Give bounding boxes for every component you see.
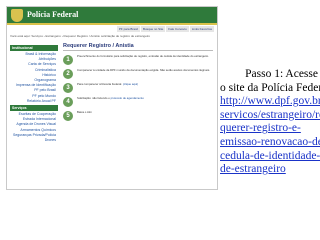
main-content: Requerer Registro / Anistia 1 Preenchime… — [63, 43, 213, 121]
url-link[interactable]: http://www.dpf.gov.br/ — [220, 95, 320, 109]
step-number: 3 — [63, 83, 73, 93]
step-text: Baixa o Atm — [77, 110, 92, 115]
step-item: 3 Para comparecer à Receita Federal. (cl… — [63, 82, 213, 93]
step-item: 1 Preenchimento do formulário para solic… — [63, 54, 213, 65]
step-text: Solicitação: não fazendo o protocolo de … — [77, 96, 144, 101]
top-nav: PF para Brasil Busque no Site Fale Conos… — [116, 26, 214, 32]
sidebar-section-header: Institucional — [10, 45, 58, 51]
step-description: Solicitação: não fazendo o — [77, 96, 110, 100]
step-link[interactable]: protocolo de agendamento — [111, 96, 144, 100]
url-link[interactable]: de-estrangeiro — [220, 163, 320, 177]
step-description: Preenchimento do formulário para solicit… — [77, 54, 209, 58]
sidebar-item[interactable]: Relatório Anual PF — [10, 99, 58, 104]
step-text: Preenchimento do formulário para solicit… — [77, 54, 209, 59]
step-number: 5 — [63, 111, 73, 121]
sidebar-section-header: Serviços — [10, 105, 58, 112]
top-nav-item[interactable]: Busque no Site — [140, 26, 166, 32]
sidebar: Institucional Brasil & Informação Atribu… — [10, 44, 58, 143]
breadcrumb: Você está aqui: Serviços › Estrangeiro ›… — [10, 34, 151, 38]
top-nav-item[interactable]: Fale Conosco — [166, 26, 189, 32]
url-link[interactable]: servicos/estrangeiro/re — [220, 109, 320, 123]
top-nav-item[interactable]: Links Favoritos — [189, 26, 214, 32]
step-description: Baixa o Atm — [77, 110, 92, 114]
instruction-caption: Passo 1: Acesse o site da Polícia Federa… — [220, 68, 320, 177]
url-link[interactable]: emissao-renovacao-de- — [220, 136, 320, 150]
step-number: 2 — [63, 69, 73, 79]
url-link[interactable]: cedula-de-identidade- — [220, 150, 320, 164]
url-link[interactable]: querer-registro-e- — [220, 122, 320, 136]
police-badge-icon — [11, 9, 23, 22]
caption-line: o site da Polícia Federal — [220, 81, 320, 94]
step-text: Comparecer à unidade da DPF munido da do… — [77, 68, 211, 73]
step-description: Para comparecer à Receita Federal. — [77, 82, 123, 86]
website-screenshot: Polícia Federal PF para Brasil Busque no… — [6, 6, 218, 190]
step-text: Para comparecer à Receita Federal. (cliq… — [77, 82, 138, 87]
site-header: Polícia Federal — [7, 7, 217, 25]
site-title: Polícia Federal — [27, 10, 79, 19]
step-item: 2 Comparecer à unidade da DPF munido da … — [63, 68, 213, 79]
step-item: 5 Baixa o Atm — [63, 110, 213, 121]
page-title: Requerer Registro / Anistia — [63, 43, 213, 51]
sidebar-item[interactable]: Agenda de Drones Visual — [10, 122, 58, 127]
step-link[interactable]: (clique aqui) — [123, 82, 138, 86]
sidebar-item[interactable]: Drones — [10, 138, 58, 143]
top-nav-item[interactable]: PF para Brasil — [116, 26, 140, 32]
step-number: 4 — [63, 97, 73, 107]
step-item: 4 Solicitação: não fazendo o protocolo d… — [63, 96, 213, 107]
caption-line: Passo 1: Acesse — [245, 68, 318, 80]
step-description: Comparecer à unidade da DPF munido da do… — [77, 68, 211, 72]
step-number: 1 — [63, 55, 73, 65]
